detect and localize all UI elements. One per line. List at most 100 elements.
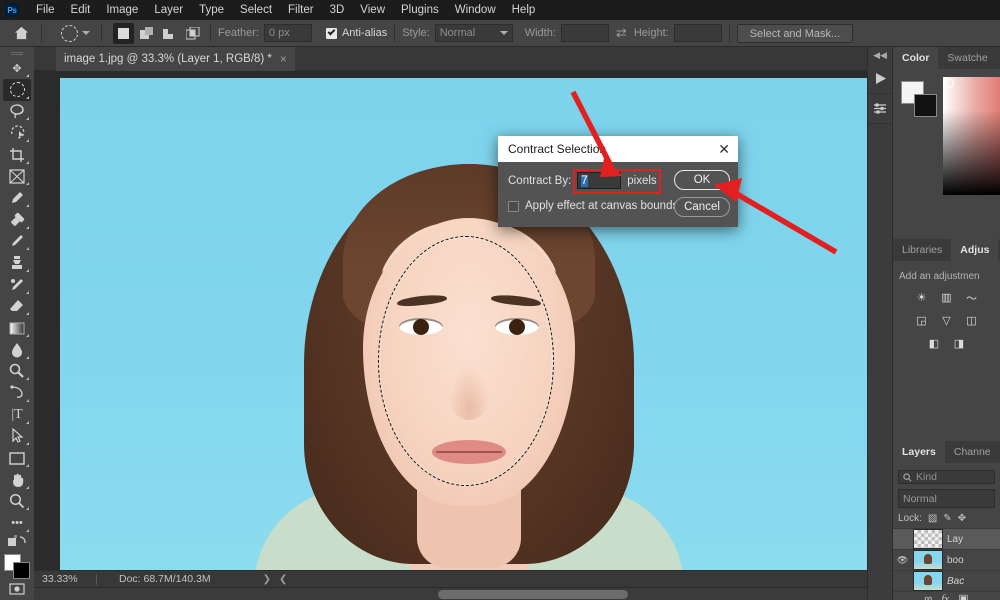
subtract-from-selection-button[interactable]: [159, 23, 180, 44]
foreground-background-colors[interactable]: [4, 553, 30, 579]
width-input[interactable]: [560, 24, 609, 42]
tab-layers[interactable]: Layers: [893, 441, 945, 463]
vibrance-icon[interactable]: ▽: [938, 313, 955, 328]
select-and-mask-button[interactable]: Select and Mask...: [736, 23, 854, 43]
color-panel-swatches[interactable]: [901, 81, 937, 117]
tab-libraries[interactable]: Libraries: [893, 239, 951, 261]
zoom-tool[interactable]: [3, 491, 31, 513]
hand-tool[interactable]: [3, 469, 31, 491]
height-input[interactable]: [673, 24, 722, 42]
menu-item-select[interactable]: Select: [232, 0, 280, 20]
table-row[interactable]: 👁 boo: [893, 549, 1000, 570]
color-background-swatch[interactable]: [914, 94, 937, 117]
menu-item-window[interactable]: Window: [447, 0, 504, 20]
brightness-contrast-icon[interactable]: ☀: [913, 290, 930, 305]
color-picker-cursor[interactable]: [945, 79, 954, 88]
toolbar-grip[interactable]: [11, 51, 23, 56]
move-tool[interactable]: ✥: [3, 57, 31, 79]
menu-item-image[interactable]: Image: [98, 0, 146, 20]
new-selection-button[interactable]: [113, 22, 134, 44]
color-spectrum-field[interactable]: [943, 77, 1000, 195]
menu-item-file[interactable]: File: [28, 0, 63, 20]
dodge-tool[interactable]: [3, 361, 31, 383]
ok-button[interactable]: OK: [674, 170, 730, 190]
history-brush-tool[interactable]: [3, 274, 31, 296]
table-row[interactable]: Bac: [893, 570, 1000, 591]
background-color-swatch[interactable]: [13, 561, 30, 579]
levels-icon[interactable]: ▥: [938, 290, 955, 305]
horizontal-scroll-thumb[interactable]: [438, 590, 628, 599]
add-mask-icon[interactable]: ▣: [958, 592, 968, 600]
menu-item-3d[interactable]: 3D: [322, 0, 353, 20]
collapse-panels-icon[interactable]: ◀◀: [873, 50, 887, 64]
color-balance-icon[interactable]: ◧: [926, 336, 943, 351]
tab-adjustments[interactable]: Adjus: [951, 239, 999, 261]
brush-tool[interactable]: [3, 231, 31, 253]
blend-mode-select[interactable]: Normal: [898, 489, 995, 508]
lock-position-icon[interactable]: ✥: [958, 513, 966, 524]
exposure-icon[interactable]: ◲: [913, 313, 930, 328]
menu-item-help[interactable]: Help: [504, 0, 544, 20]
menu-item-layer[interactable]: Layer: [146, 0, 191, 20]
elliptical-marquee-tool[interactable]: [3, 78, 31, 101]
layer-style-icon[interactable]: fx: [941, 593, 949, 600]
close-icon[interactable]: ✕: [718, 142, 730, 156]
canvas-area[interactable]: [34, 71, 892, 600]
type-tool[interactable]: |T: [3, 404, 31, 426]
layer-filter-row[interactable]: Kind: [898, 470, 995, 484]
lasso-tool[interactable]: [3, 101, 31, 123]
home-icon[interactable]: [8, 22, 34, 44]
link-layers-icon[interactable]: ∞: [924, 593, 932, 600]
lock-image-pixels-icon[interactable]: ✎: [943, 513, 951, 524]
eraser-tool[interactable]: [3, 296, 31, 318]
quick-mask-icon[interactable]: [3, 578, 31, 600]
menu-item-type[interactable]: Type: [191, 0, 232, 20]
frame-tool[interactable]: [3, 166, 31, 188]
contract-selection-dialog[interactable]: Contract Selection ✕ Contract By: 7 pixe…: [498, 136, 738, 227]
intersect-selection-button[interactable]: [182, 23, 203, 44]
style-select[interactable]: Normal: [434, 24, 513, 42]
rectangle-tool[interactable]: [3, 447, 31, 469]
timeline-icon[interactable]: [867, 64, 893, 94]
table-row[interactable]: Lay: [893, 528, 1000, 549]
menu-item-edit[interactable]: Edit: [63, 0, 99, 20]
adjustments-sliders-icon[interactable]: [867, 94, 893, 124]
eyedropper-tool[interactable]: [3, 187, 31, 209]
menu-item-filter[interactable]: Filter: [280, 0, 322, 20]
path-selection-tool[interactable]: [3, 426, 31, 448]
tab-channels[interactable]: Channe: [945, 441, 1000, 463]
clone-stamp-tool[interactable]: [3, 252, 31, 274]
crop-tool[interactable]: [3, 144, 31, 166]
feather-input[interactable]: 0 px: [263, 24, 312, 42]
anti-alias-checkbox[interactable]: [325, 27, 337, 39]
canvas-horizontal-scrollbar[interactable]: [34, 587, 892, 600]
contract-by-input[interactable]: 7: [577, 172, 622, 189]
spot-healing-brush-tool[interactable]: [3, 209, 31, 231]
status-chevron-left-icon[interactable]: ❮: [279, 574, 287, 585]
curves-icon[interactable]: 〜: [963, 290, 980, 305]
add-to-selection-button[interactable]: [136, 23, 157, 44]
tab-color[interactable]: Color: [893, 47, 939, 69]
zoom-level[interactable]: 33.33%: [34, 573, 96, 585]
menu-item-plugins[interactable]: Plugins: [393, 0, 447, 20]
gradient-tool[interactable]: [3, 317, 31, 339]
apply-at-bounds-checkbox[interactable]: [508, 200, 519, 212]
elliptical-selection-marquee[interactable]: [378, 236, 554, 486]
default-colors-icon[interactable]: [3, 534, 31, 551]
menu-item-view[interactable]: View: [352, 0, 393, 20]
lock-transparent-pixels-icon[interactable]: ▨: [928, 513, 937, 524]
tool-preset-picker[interactable]: [57, 23, 94, 44]
blur-tool[interactable]: [3, 339, 31, 361]
black-white-icon[interactable]: ◨: [951, 336, 968, 351]
cancel-button[interactable]: Cancel: [674, 197, 730, 217]
layer-visibility-icon[interactable]: 👁: [896, 555, 909, 566]
document-canvas[interactable]: [60, 78, 878, 582]
status-chevron-icon[interactable]: ❯: [263, 574, 271, 585]
close-icon[interactable]: ×: [280, 52, 287, 66]
pen-tool[interactable]: [3, 382, 31, 404]
swap-arrows-icon[interactable]: ⇄: [616, 25, 627, 41]
object-selection-tool[interactable]: [3, 122, 31, 144]
document-tab[interactable]: image 1.jpg @ 33.3% (Layer 1, RGB/8) * ×: [56, 47, 295, 71]
edit-toolbar-button[interactable]: •••: [3, 512, 31, 534]
tab-swatches[interactable]: Swatche: [938, 47, 996, 69]
